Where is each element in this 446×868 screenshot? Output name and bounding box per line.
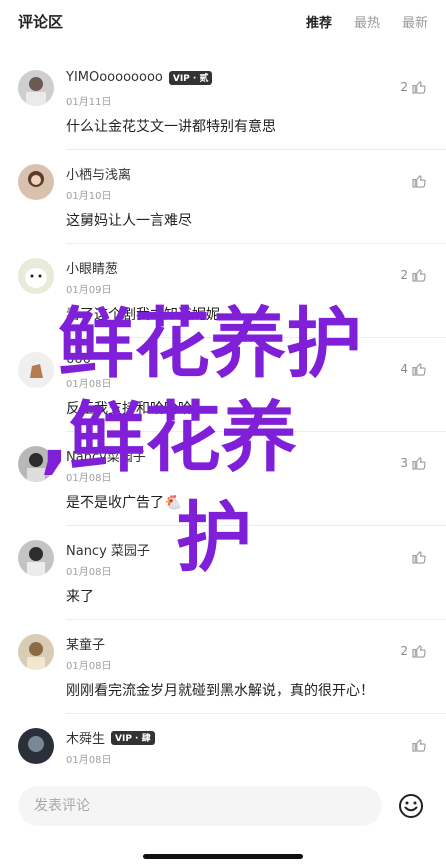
comment-username[interactable]: YIMOoooooooo VIP · 贰 — [66, 70, 213, 85]
like-count: 4 — [400, 362, 408, 376]
like-count: 2 — [400, 80, 408, 94]
sort-tabs: 推荐 最热 最新 — [306, 12, 428, 31]
avatar[interactable] — [18, 446, 54, 482]
comment-date: 01月08日 — [66, 661, 112, 672]
like-count: 3 — [400, 456, 408, 470]
home-indicator — [143, 854, 303, 859]
comment-text: 来了 — [66, 589, 94, 605]
comment-date: 01月08日 — [66, 755, 112, 766]
comment-username[interactable]: 小眼睛葱 — [66, 258, 118, 277]
avatar[interactable] — [18, 164, 54, 200]
thumbs-up-icon — [412, 645, 426, 658]
comment-text: 这舅妈让人一言难尽 — [66, 213, 192, 229]
comment-item: 木舜生 VIP · 肆 01月08日 — [18, 714, 446, 776]
comment-item: 666 01月08日 反正我支持和哈哈哈 4 — [18, 338, 446, 432]
comment-item: 某童子 01月08日 刚刚看完流金岁月就碰到黑水解说，真的很开心！ 2 — [18, 620, 446, 714]
like-button[interactable] — [408, 548, 428, 566]
comment-date: 01月08日 — [66, 473, 112, 484]
like-button[interactable]: 2 — [400, 266, 428, 284]
avatar[interactable] — [18, 258, 54, 294]
comment-item: 小眼睛葱 01月09日 看了这个剧我才知道妮妮 2 — [18, 244, 446, 338]
comment-text: 刚刚看完流金岁月就碰到黑水解说，真的很开心！ — [66, 683, 374, 699]
comment-text: 什么让金花艾文一讲都特别有意思 — [66, 119, 276, 135]
avatar[interactable] — [18, 540, 54, 576]
like-count: 2 — [400, 644, 408, 658]
comment-input[interactable]: 发表评论 — [18, 786, 382, 826]
comment-text: 是不是收广告了🐔 — [66, 495, 182, 511]
like-button[interactable]: 4 — [400, 360, 428, 378]
comment-date: 01月09日 — [66, 285, 112, 296]
thumbs-up-icon — [412, 363, 426, 376]
comment-date: 01月08日 — [66, 567, 112, 578]
like-button[interactable]: 2 — [400, 78, 428, 96]
thumbs-up-icon — [412, 175, 426, 188]
page-title: 评论区 — [18, 13, 64, 31]
thumbs-up-icon — [412, 81, 426, 94]
like-button[interactable]: 2 — [400, 642, 428, 660]
comment-item: Nancy 菜园子 01月08日 来了 — [18, 526, 446, 620]
smiley-icon[interactable] — [398, 793, 424, 819]
tab-hottest[interactable]: 最热 — [354, 12, 380, 31]
vip-badge: VIP · 贰 — [168, 70, 213, 85]
thumbs-up-icon — [412, 551, 426, 564]
comment-text: 看了这个剧我才知道妮妮 — [66, 307, 220, 323]
avatar[interactable] — [18, 70, 54, 106]
tab-recommended[interactable]: 推荐 — [306, 12, 332, 31]
comment-username[interactable]: Nancy 菜园子 — [66, 540, 150, 559]
comment-username[interactable]: 某童子 — [66, 634, 105, 653]
comment-username[interactable]: 666 — [66, 352, 91, 367]
avatar[interactable] — [18, 634, 54, 670]
like-count: 2 — [400, 268, 408, 282]
like-button[interactable] — [408, 172, 428, 190]
comment-item: Nancy菜园子 01月08日 是不是收广告了🐔 3 — [18, 432, 446, 526]
like-button[interactable]: 3 — [400, 454, 428, 472]
thumbs-up-icon — [412, 457, 426, 470]
comment-item: 小栖与浅离 01月10日 这舅妈让人一言难尽 — [18, 150, 446, 244]
thumbs-up-icon — [412, 269, 426, 282]
comment-list[interactable]: YIMOoooooooo VIP · 贰 01月11日 什么让金花艾文一讲都特别有… — [0, 56, 446, 776]
comment-screen: 评论区 推荐 最热 最新 YIMOoooooooo VIP · 贰 01月11日 … — [0, 0, 446, 868]
comment-text: 反正我支持和哈哈哈 — [66, 401, 192, 417]
comment-date: 01月10日 — [66, 191, 112, 202]
comment-username[interactable]: 木舜生 VIP · 肆 — [66, 728, 155, 747]
avatar[interactable] — [18, 352, 54, 388]
comment-date: 01月08日 — [66, 379, 112, 390]
tab-latest[interactable]: 最新 — [402, 12, 428, 31]
comment-item: YIMOoooooooo VIP · 贰 01月11日 什么让金花艾文一讲都特别有… — [18, 56, 446, 150]
thumbs-up-icon — [412, 739, 426, 752]
comment-username[interactable]: Nancy菜园子 — [66, 446, 146, 465]
vip-badge: VIP · 肆 — [111, 730, 155, 745]
comment-date: 01月11日 — [66, 97, 112, 108]
comment-footer: 发表评论 — [0, 776, 446, 868]
comment-username[interactable]: 小栖与浅离 — [66, 164, 131, 183]
header: 评论区 推荐 最热 最新 — [0, 0, 446, 44]
avatar[interactable] — [18, 728, 54, 764]
like-button[interactable] — [408, 736, 428, 754]
